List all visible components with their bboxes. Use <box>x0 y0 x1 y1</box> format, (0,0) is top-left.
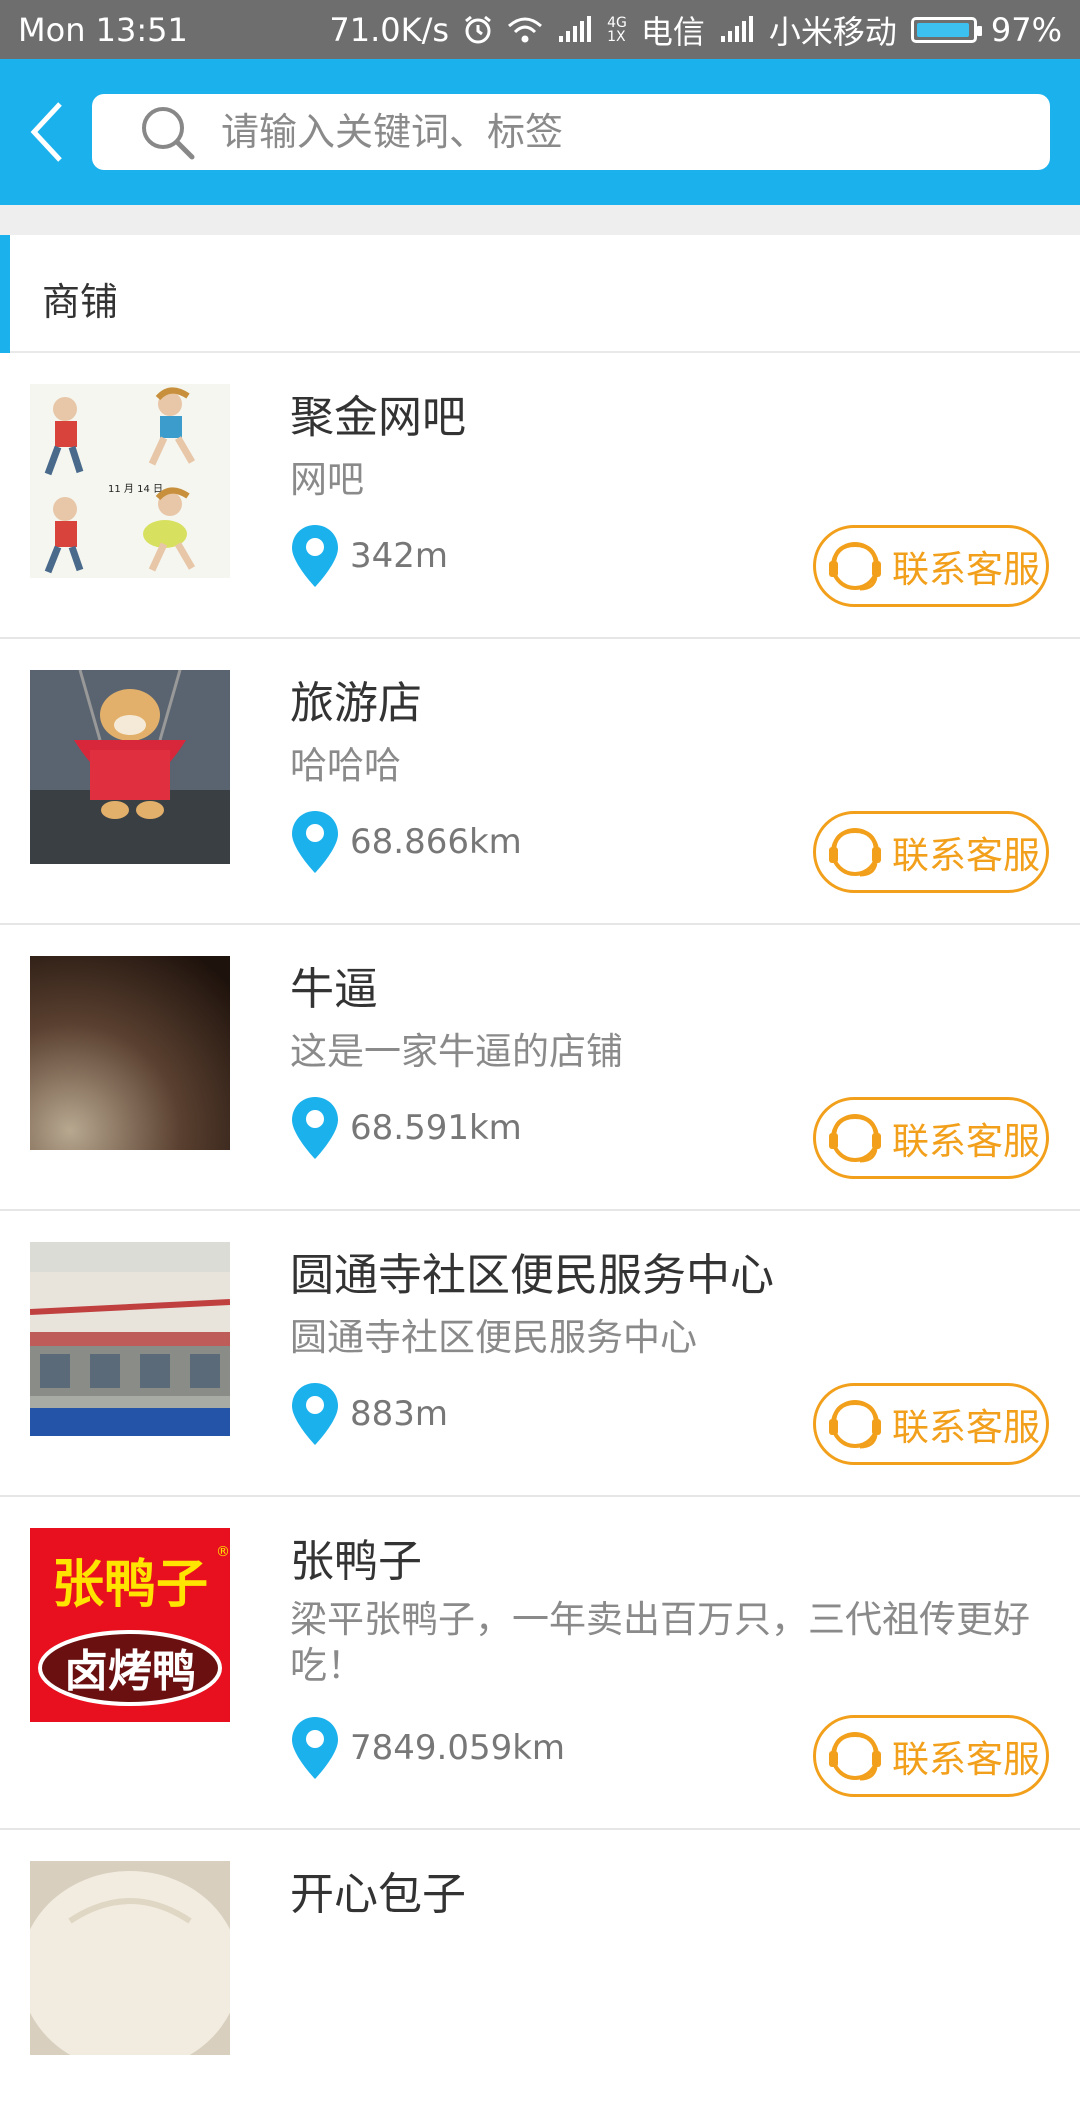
search-input[interactable] <box>219 109 983 155</box>
shop-distance: 883m <box>350 1394 449 1434</box>
shop-name: 旅游店 <box>290 678 422 729</box>
location-pin-icon <box>292 525 338 587</box>
section-accent-bar <box>0 235 10 353</box>
battery-percent: 97% <box>990 10 1062 49</box>
app-header <box>0 59 1080 205</box>
contact-service-label: 联系客服 <box>892 1120 1040 1163</box>
shop-name: 张鸭子 <box>290 1536 422 1587</box>
location-pin-icon <box>292 1383 338 1445</box>
contact-service-button[interactable]: 联系客服 <box>813 1383 1049 1465</box>
divider <box>0 205 1080 235</box>
contact-service-label: 联系客服 <box>892 834 1040 877</box>
shop-thumbnail <box>30 670 230 864</box>
contact-service-button[interactable]: 联系客服 <box>813 525 1049 607</box>
alarm-icon <box>465 15 492 43</box>
network-type-bottom: 1X <box>607 28 626 45</box>
status-bar: Mon 13:51 71.0K/s 4G 1X 电信 小米移动 97% <box>0 0 1080 59</box>
headset-icon <box>829 542 881 591</box>
shop-distance: 68.591km <box>350 1108 522 1148</box>
location-pin-icon <box>292 1097 338 1159</box>
shop-name: 圆通寺社区便民服务中心 <box>290 1250 774 1301</box>
list-item[interactable]: 11 月 14 日 聚金网吧 网吧 342m 联系客服 <box>0 353 1080 639</box>
shop-name: 牛逼 <box>290 964 378 1015</box>
list-item[interactable]: 张鸭子 ® 卤烤鸭 张鸭子 梁平张鸭子，一年卖出百万只，三代祖传更好吃！ 784… <box>0 1497 1080 1830</box>
battery-icon <box>910 16 982 43</box>
network-speed: 71.0K/s <box>329 10 450 49</box>
headset-icon <box>829 1732 881 1781</box>
back-button[interactable] <box>0 59 92 205</box>
shop-distance: 7849.059km <box>350 1728 566 1768</box>
shop-description: 哈哈哈 <box>290 744 401 787</box>
shop-distance: 342m <box>350 536 449 576</box>
location-pin-icon <box>292 811 338 873</box>
headset-icon <box>829 1400 881 1449</box>
shop-location: 342m <box>290 523 448 589</box>
network-type-top: 4G <box>607 14 627 31</box>
shop-list: 11 月 14 日 聚金网吧 网吧 342m 联系客服 旅游店 哈哈哈 68.8… <box>0 353 1080 2116</box>
shop-name: 开心包子 <box>290 1869 466 1920</box>
contact-service-button[interactable]: 联系客服 <box>813 1097 1049 1179</box>
status-time: Mon 13:51 <box>18 10 188 49</box>
section-header: 商铺 <box>0 235 1080 353</box>
shop-location: 68.591km <box>290 1095 522 1161</box>
shop-thumbnail: 张鸭子 ® 卤烤鸭 <box>30 1528 230 1722</box>
carrier-1: 电信 <box>640 12 705 51</box>
shop-description: 圆通寺社区便民服务中心 <box>290 1316 697 1359</box>
shop-thumbnail: 11 月 14 日 <box>30 384 230 578</box>
signal-icon <box>720 15 753 42</box>
carrier-2: 小米移动 <box>768 12 897 51</box>
svg-text:11 月 14 日: 11 月 14 日 <box>108 483 163 495</box>
contact-service-button[interactable]: 联系客服 <box>813 1715 1049 1797</box>
contact-service-label: 联系客服 <box>892 1406 1040 1449</box>
shop-description: 网吧 <box>290 458 364 501</box>
shop-thumbnail <box>30 1861 230 2055</box>
back-arrow-icon <box>30 102 62 162</box>
contact-service-label: 联系客服 <box>892 1738 1040 1781</box>
logo-text-top: 张鸭子 <box>52 1555 208 1615</box>
wifi-icon <box>508 17 543 42</box>
shop-location: 883m <box>290 1381 448 1447</box>
list-item[interactable]: 圆通寺社区便民服务中心 圆通寺社区便民服务中心 883m 联系客服 <box>0 1211 1080 1497</box>
shop-distance: 68.866km <box>350 822 522 862</box>
network-type: 4G 1X <box>607 16 627 44</box>
list-item[interactable]: 旅游店 哈哈哈 68.866km 联系客服 <box>0 639 1080 925</box>
search-box[interactable] <box>92 94 1050 170</box>
signal-icon <box>559 15 592 42</box>
headset-icon <box>829 1114 881 1163</box>
list-item[interactable]: 开心包子 <box>0 1830 1080 2116</box>
headset-icon <box>829 828 881 877</box>
search-icon <box>142 107 195 160</box>
contact-service-label: 联系客服 <box>892 548 1040 591</box>
shop-location: 7849.059km <box>290 1715 565 1781</box>
section-title: 商铺 <box>42 280 119 324</box>
logo-text-bottom: 卤烤鸭 <box>64 1646 196 1697</box>
contact-service-button[interactable]: 联系客服 <box>813 811 1049 893</box>
list-item[interactable]: 牛逼 这是一家牛逼的店铺 68.591km 联系客服 <box>0 925 1080 1211</box>
shop-location: 68.866km <box>290 809 522 875</box>
shop-description: 这是一家牛逼的店铺 <box>290 1030 623 1073</box>
shop-thumbnail <box>30 1242 230 1436</box>
shop-thumbnail <box>30 956 230 1150</box>
shop-description: 梁平张鸭子，一年卖出百万只，三代祖传更好吃！ <box>290 1598 1030 1687</box>
svg-text:®: ® <box>216 1544 230 1560</box>
shop-name: 聚金网吧 <box>290 392 466 443</box>
location-pin-icon <box>292 1717 338 1779</box>
